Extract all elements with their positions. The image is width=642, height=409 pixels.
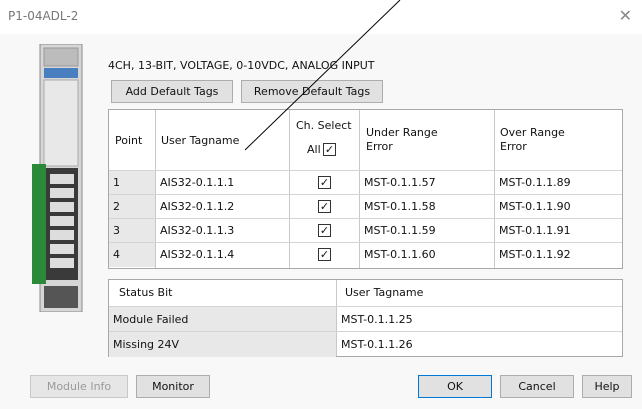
user-tagname-cell[interactable]: AIS32-0.1.1.3 xyxy=(156,219,289,243)
window-title: P1-04ADL-2 xyxy=(8,9,79,23)
select-all-checkbox[interactable]: ✓ xyxy=(323,143,336,156)
module-info-button[interactable]: Module Info xyxy=(30,375,128,398)
status-tagname-cell[interactable]: MST-0.1.1.25 xyxy=(337,307,622,332)
under-range-cell[interactable]: MST-0.1.1.60 xyxy=(360,243,494,267)
title-bar: P1-04ADL-2 ✕ xyxy=(0,0,642,34)
table-row: 3 AIS32-0.1.1.3 ✓ MST-0.1.1.59 MST-0.1.1… xyxy=(109,218,623,243)
channel-checkbox[interactable]: ✓ xyxy=(318,176,331,189)
table-row: 4 AIS32-0.1.1.4 ✓ MST-0.1.1.60 MST-0.1.1… xyxy=(109,242,623,267)
table-row: Missing 24V MST-0.1.1.26 xyxy=(109,331,622,357)
checkmark-icon: ✓ xyxy=(319,176,330,189)
user-tagname-cell[interactable]: AIS32-0.1.1.1 xyxy=(156,171,289,195)
module-description: 4CH, 13-BIT, VOLTAGE, 0-10VDC, ANALOG IN… xyxy=(108,59,375,72)
close-icon[interactable]: ✕ xyxy=(619,6,632,25)
table-row: Module Failed MST-0.1.1.25 xyxy=(109,306,622,332)
channel-checkbox[interactable]: ✓ xyxy=(318,224,331,237)
point-number: 2 xyxy=(109,195,155,219)
point-table: Point User Tagname Ch. Select All ✓ Unde… xyxy=(108,109,623,269)
status-table-header: Status Bit User Tagname xyxy=(109,280,622,305)
checkmark-icon: ✓ xyxy=(319,224,330,237)
under-range-cell[interactable]: MST-0.1.1.59 xyxy=(360,219,494,243)
status-table: Status Bit User Tagname Module Failed MS… xyxy=(108,279,623,357)
under-range-cell[interactable]: MST-0.1.1.57 xyxy=(360,171,494,195)
channel-checkbox[interactable]: ✓ xyxy=(318,248,331,261)
point-table-header: Point User Tagname Ch. Select All ✓ Unde… xyxy=(109,110,622,170)
status-bit-cell: Missing 24V xyxy=(109,332,336,357)
header-under-range-line2: Error xyxy=(366,140,393,153)
help-button[interactable]: Help xyxy=(582,375,632,398)
remove-default-tags-button[interactable]: Remove Default Tags xyxy=(241,80,383,103)
checkmark-icon: ✓ xyxy=(324,143,335,156)
header-under-range-line1: Under Range xyxy=(366,126,438,139)
table-row: 2 AIS32-0.1.1.2 ✓ MST-0.1.1.58 MST-0.1.1… xyxy=(109,194,623,219)
header-over-range-line1: Over Range xyxy=(500,126,565,139)
checkmark-icon: ✓ xyxy=(319,248,330,261)
header-all: All xyxy=(307,143,321,156)
module-image xyxy=(32,44,83,312)
ok-button[interactable]: OK xyxy=(418,375,492,398)
add-default-tags-button[interactable]: Add Default Tags xyxy=(111,80,233,103)
header-user-tagname: User Tagname xyxy=(161,134,240,147)
point-number: 1 xyxy=(109,171,155,195)
user-tagname-cell[interactable]: AIS32-0.1.1.2 xyxy=(156,195,289,219)
channel-checkbox[interactable]: ✓ xyxy=(318,200,331,213)
status-tagname-cell[interactable]: MST-0.1.1.26 xyxy=(337,332,622,357)
header-status-user-tagname: User Tagname xyxy=(345,286,424,299)
monitor-button[interactable]: Monitor xyxy=(136,375,210,398)
over-range-cell[interactable]: MST-0.1.1.90 xyxy=(495,195,623,219)
checkmark-icon: ✓ xyxy=(319,200,330,213)
over-range-cell[interactable]: MST-0.1.1.89 xyxy=(495,171,623,195)
point-number: 3 xyxy=(109,219,155,243)
point-number: 4 xyxy=(109,243,155,267)
status-bit-cell: Module Failed xyxy=(109,307,336,332)
over-range-cell[interactable]: MST-0.1.1.92 xyxy=(495,243,623,267)
header-point: Point xyxy=(115,134,143,147)
header-status-bit: Status Bit xyxy=(119,286,173,299)
dialog-window: P1-04ADL-2 ✕ 4CH, 13-BIT, VOLTAGE, 0-10V… xyxy=(0,0,642,409)
table-row: 1 AIS32-0.1.1.1 ✓ MST-0.1.1.57 MST-0.1.1… xyxy=(109,170,623,195)
cancel-button[interactable]: Cancel xyxy=(500,375,574,398)
user-tagname-cell[interactable]: AIS32-0.1.1.4 xyxy=(156,243,289,267)
under-range-cell[interactable]: MST-0.1.1.58 xyxy=(360,195,494,219)
header-over-range-line2: Error xyxy=(500,140,527,153)
over-range-cell[interactable]: MST-0.1.1.91 xyxy=(495,219,623,243)
header-ch-select: Ch. Select xyxy=(296,119,352,132)
